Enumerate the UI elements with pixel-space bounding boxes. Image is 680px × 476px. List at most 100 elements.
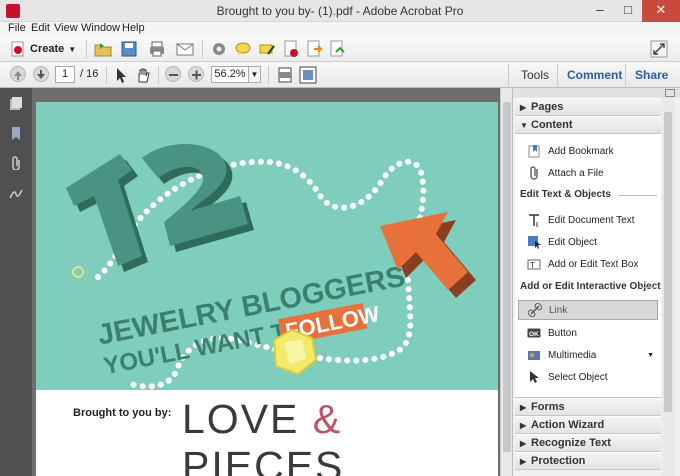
section-pages-label: Pages xyxy=(531,101,564,113)
open-folder-icon[interactable] xyxy=(94,40,112,58)
menu-file[interactable]: File xyxy=(8,22,26,35)
section-action-wizard[interactable]: ▶ Action Wizard xyxy=(515,416,661,434)
chevron-down-icon: ▼ xyxy=(68,44,77,54)
section-content[interactable]: ▼ Content xyxy=(515,116,661,134)
multimedia-icon xyxy=(528,351,540,360)
email-icon[interactable] xyxy=(176,40,194,58)
section-forms[interactable]: ▶ Forms xyxy=(515,398,661,416)
gear-icon[interactable] xyxy=(210,40,228,58)
section-recognize-text[interactable]: ▶ Recognize Text xyxy=(515,434,661,452)
tools-panel: ▶ Pages ▼ Content Add Bookmark Attach a Fi… xyxy=(512,88,680,476)
page-thumbnails-icon[interactable] xyxy=(9,96,23,110)
section-action-wizard-label: Action Wizard xyxy=(531,419,605,431)
text-box-icon: T xyxy=(527,259,541,270)
add-bookmark-label: Add Bookmark xyxy=(548,145,614,157)
arrow-down-icon xyxy=(37,70,45,79)
arrow-up-icon xyxy=(14,71,22,80)
toolbar-separator xyxy=(158,66,159,84)
bookmarks-icon[interactable] xyxy=(9,126,23,140)
save-icon[interactable] xyxy=(120,40,138,58)
menu-bar: File Edit View Window Help xyxy=(0,22,680,36)
panel-scrollbar[interactable] xyxy=(662,98,674,476)
create-pdf-icon xyxy=(11,41,24,57)
tab-tools[interactable]: Tools xyxy=(521,68,549,82)
tab-share[interactable]: Share xyxy=(635,68,668,82)
button-tool[interactable]: OK Button xyxy=(518,323,658,343)
edit-document-text-label: Edit Document Text xyxy=(548,214,635,226)
create-button[interactable]: Create ▼ xyxy=(10,40,76,58)
minus-icon xyxy=(169,74,178,76)
section-pages[interactable]: ▶ Pages xyxy=(515,98,661,116)
gem-illustration xyxy=(272,328,318,376)
triangle-right-icon: ▶ xyxy=(520,457,527,466)
close-button[interactable]: ✕ xyxy=(642,0,680,22)
tab-separator xyxy=(625,64,626,86)
add-bookmark-tool[interactable]: Add Bookmark xyxy=(518,141,658,161)
group-label-interactive: Add or Edit Interactive Object xyxy=(520,281,661,292)
menu-help[interactable]: Help xyxy=(122,22,145,35)
tab-comment[interactable]: Comment xyxy=(567,68,622,82)
comment-bubble-icon[interactable] xyxy=(234,40,252,58)
ok-button-icon: OK xyxy=(527,328,541,338)
triangle-down-icon: ▼ xyxy=(520,121,528,130)
menu-window[interactable]: Window xyxy=(81,22,120,35)
toolbar-separator xyxy=(106,66,107,84)
select-arrow-icon[interactable] xyxy=(112,66,130,84)
chevron-down-icon: ▼ xyxy=(250,70,259,79)
window-title: Brought to you by- (1).pdf - Adobe Acrob… xyxy=(216,4,464,18)
link-tool[interactable]: Link xyxy=(518,300,658,320)
edit-object-tool[interactable]: Edit Object xyxy=(518,232,658,252)
tab-separator xyxy=(557,64,558,86)
document-arrow-icon[interactable] xyxy=(305,40,323,58)
page-total: / 16 xyxy=(80,68,99,80)
panel-scrollbar-thumb[interactable] xyxy=(664,112,672,412)
paperclip-icon xyxy=(530,166,538,180)
page-number-input[interactable]: 1 xyxy=(55,66,75,83)
zoom-dropdown[interactable]: ▼ xyxy=(249,66,261,83)
menu-view[interactable]: View xyxy=(54,22,78,35)
minimize-button[interactable]: – xyxy=(586,0,614,22)
next-page-button[interactable] xyxy=(33,66,49,82)
page-footer: Brought to you by: LOVE & PIECES xyxy=(36,390,498,476)
signatures-icon[interactable] xyxy=(9,186,23,200)
attach-file-tool[interactable]: Attach a File xyxy=(518,163,658,183)
scrollbar-thumb[interactable] xyxy=(503,102,511,452)
multimedia-tool[interactable]: Multimedia ▼ xyxy=(518,345,658,365)
toolbar-separator xyxy=(86,40,87,58)
add-edit-text-box-tool[interactable]: T Add or Edit Text Box xyxy=(518,254,658,274)
create-button-label: Create xyxy=(30,43,65,55)
select-object-tool[interactable]: Select Object xyxy=(518,367,658,387)
select-arrow-icon xyxy=(530,371,539,383)
select-object-label: Select Object xyxy=(548,371,608,383)
menu-edit[interactable]: Edit xyxy=(31,22,50,35)
logo-word-love: LOVE xyxy=(182,396,300,442)
section-protection[interactable]: ▶ Protection xyxy=(515,452,661,470)
zoom-input[interactable]: 56.2% xyxy=(211,66,249,83)
hand-tool-icon[interactable] xyxy=(134,66,152,84)
sign-document-icon[interactable] xyxy=(282,40,300,58)
fit-page-icon[interactable] xyxy=(276,66,294,84)
love-and-pieces-logo: LOVE & PIECES xyxy=(182,396,498,476)
group-label-edit: Edit Text & Objects xyxy=(520,189,611,200)
maximize-button[interactable]: □ xyxy=(614,0,642,22)
big-number-12 xyxy=(66,144,254,272)
document-viewer[interactable]: JEWELRY BLOGGERS YOU'LL WANT TO FOLLOW B… xyxy=(32,88,500,476)
panel-options-icon[interactable] xyxy=(665,89,675,97)
triangle-right-icon: ▶ xyxy=(520,403,527,412)
add-edit-text-box-label: Add or Edit Text Box xyxy=(548,258,639,270)
highlight-pen-icon[interactable] xyxy=(258,40,276,58)
navigation-toolbar: 1 / 16 56.2% ▼ Tools Comment Share xyxy=(0,62,680,88)
toolbar-separator xyxy=(202,40,203,58)
document-send-icon[interactable] xyxy=(328,40,346,58)
full-screen-icon[interactable] xyxy=(299,66,317,84)
group-divider xyxy=(619,195,657,196)
attachment-paperclip-icon[interactable] xyxy=(9,156,23,170)
zoom-in-button[interactable] xyxy=(188,66,204,82)
previous-page-button[interactable] xyxy=(10,66,26,82)
edit-document-text-tool[interactable]: Edit Document Text xyxy=(518,210,658,230)
document-scrollbar[interactable] xyxy=(500,88,512,476)
zoom-out-button[interactable] xyxy=(165,66,181,82)
attach-file-label: Attach a File xyxy=(548,167,604,179)
expand-icon[interactable] xyxy=(650,40,668,58)
print-icon[interactable] xyxy=(148,40,166,58)
